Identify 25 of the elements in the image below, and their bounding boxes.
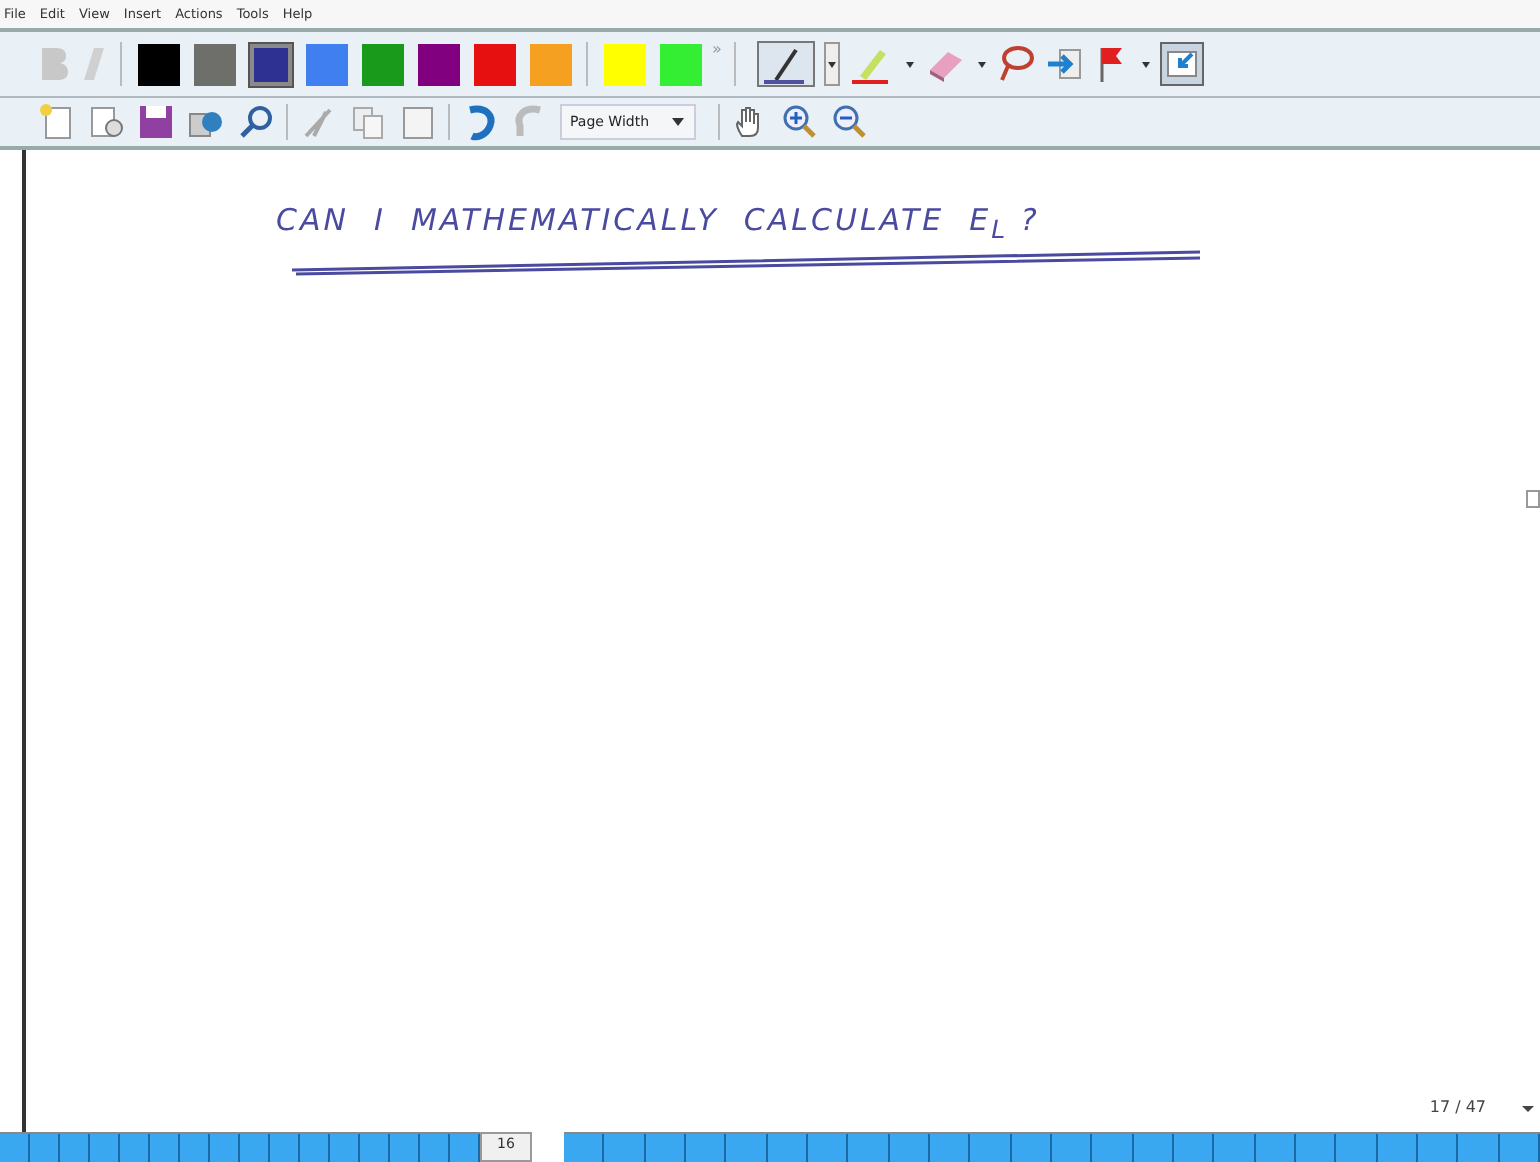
color-swatch[interactable] bbox=[305, 43, 347, 85]
lasso-icon[interactable] bbox=[995, 42, 1036, 86]
color-swatch[interactable] bbox=[249, 43, 291, 85]
zoom-in-icon[interactable] bbox=[779, 102, 820, 142]
save-icon[interactable] bbox=[136, 102, 176, 142]
color-swatch[interactable] bbox=[137, 43, 179, 85]
dropdown-arrow-icon[interactable] bbox=[1522, 1101, 1534, 1113]
page-counter: 17 / 47 bbox=[1429, 1098, 1486, 1116]
color-swatch[interactable] bbox=[603, 43, 645, 85]
paste-icon[interactable] bbox=[398, 102, 438, 142]
handle-icon[interactable] bbox=[1526, 490, 1540, 508]
color-swatch[interactable] bbox=[529, 43, 571, 85]
zoom-out-icon[interactable] bbox=[829, 102, 870, 142]
color-swatch[interactable] bbox=[473, 43, 515, 85]
search-icon[interactable] bbox=[236, 102, 276, 142]
color-swatch[interactable] bbox=[417, 43, 459, 85]
pen-icon[interactable] bbox=[755, 40, 816, 88]
color-swatch[interactable] bbox=[659, 43, 701, 85]
color-swatch[interactable] bbox=[361, 43, 403, 85]
page-icon[interactable] bbox=[86, 102, 126, 142]
new-page-icon[interactable] bbox=[36, 102, 76, 142]
handwritten-note: CAN I MATHEMATICALLY CALCULATE E$_{L}$ ? bbox=[276, 202, 1040, 244]
fullscreen-icon[interactable] bbox=[1159, 42, 1204, 86]
color-swatch[interactable] bbox=[193, 43, 235, 85]
caret-icon[interactable] bbox=[669, 116, 686, 128]
